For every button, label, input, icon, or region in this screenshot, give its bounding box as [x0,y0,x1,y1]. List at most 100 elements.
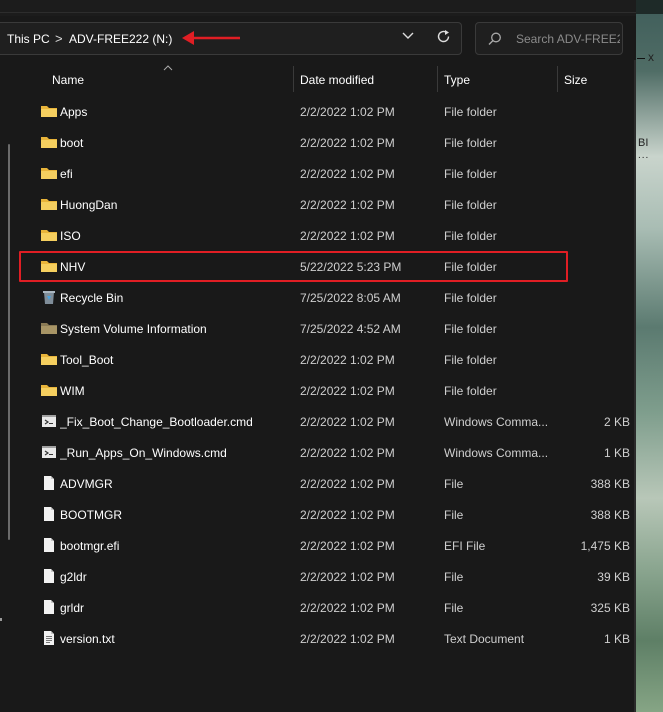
system-folder-icon [40,320,58,336]
file-size: 388 KB [590,508,630,522]
navigation-pane [0,60,22,712]
file-date-modified: 2/2/2022 1:02 PM [300,198,395,212]
column-header-size[interactable]: Size [564,73,587,87]
red-arrow-annotation [182,31,240,45]
file-name: boot [60,136,84,150]
file-name: version.txt [60,632,115,646]
refresh-icon[interactable] [436,29,452,45]
file-type: File folder [444,136,497,150]
close-icon: x [648,50,654,64]
file-row[interactable]: ISO 2/2/2022 1:02 PM File folder [23,220,634,251]
file-type: File folder [444,229,497,243]
file-row[interactable]: version.txt 2/2/2022 1:02 PM Text Document… [23,623,634,654]
file-name: ISO [60,229,81,243]
folder-icon [40,227,58,243]
file-type: File folder [444,291,497,305]
search-input[interactable]: Search ADV-FREE2... [516,32,620,46]
file-type: File folder [444,167,497,181]
file-row[interactable]: Recycle Bin 7/25/2022 8:05 AM File folder [23,282,634,313]
file-row[interactable]: g2ldr 2/2/2022 1:02 PM File 39 KB [23,561,634,592]
file-row[interactable]: grldr 2/2/2022 1:02 PM File 325 KB [23,592,634,623]
file-type: File [444,508,464,522]
file-row[interactable]: bootmgr.efi 2/2/2022 1:02 PM EFI File 1,475… [23,530,634,561]
file-icon [40,537,58,553]
highlight-box-annotation [19,251,568,282]
file-row[interactable]: _Fix_Boot_Change_Bootloader.cmd 2/2/2022 … [23,406,634,437]
breadcrumb-separator[interactable]: > [55,31,63,46]
column-header-row: Name Date modified Type Size [23,60,634,93]
file-row[interactable]: ADVMGR 2/2/2022 1:02 PM File 388 KB [23,468,634,499]
file-type: File folder [444,353,497,367]
file-icon [40,506,58,522]
background-text: BI [638,137,649,149]
column-header-type[interactable]: Type [444,73,470,87]
navigation-scrollbar[interactable] [8,144,10,540]
title-strip [0,0,636,16]
file-date-modified: 2/2/2022 1:02 PM [300,105,395,119]
file-type: File [444,570,464,584]
file-date-modified: 2/2/2022 1:02 PM [300,539,395,553]
breadcrumb-drive[interactable]: ADV-FREE222 (N:) [69,32,172,46]
file-size: 39 KB [597,570,630,584]
folder-icon [40,165,58,181]
file-type: Windows Comma... [444,446,549,460]
file-type: EFI File [444,539,486,553]
file-type: File folder [444,198,497,212]
file-date-modified: 2/2/2022 1:02 PM [300,632,395,646]
address-history-chevron-icon[interactable] [402,31,414,41]
file-date-modified: 2/2/2022 1:02 PM [300,229,395,243]
file-row[interactable]: Tool_Boot 2/2/2022 1:02 PM File folder [23,344,634,375]
cmd-file-icon [40,413,58,429]
file-name: WIM [60,384,85,398]
minimize-icon [637,58,645,59]
file-icon [40,568,58,584]
column-divider[interactable] [293,66,294,92]
folder-icon [40,351,58,367]
file-name: System Volume Information [60,322,207,336]
file-size: 325 KB [590,601,630,615]
file-size: 1 KB [603,446,630,460]
file-row[interactable]: WIM 2/2/2022 1:02 PM File folder [23,375,634,406]
file-date-modified: 2/2/2022 1:02 PM [300,415,395,429]
file-size: 1 KB [603,632,630,646]
file-type: File folder [444,384,497,398]
file-list-scrollbar[interactable] [634,60,636,712]
file-row[interactable]: efi 2/2/2022 1:02 PM File folder [23,158,634,189]
column-divider[interactable] [437,66,438,92]
background-text-dots: ... [638,150,650,161]
file-type: Windows Comma... [444,415,549,429]
column-divider[interactable] [557,66,558,92]
file-date-modified: 2/2/2022 1:02 PM [300,167,395,181]
file-name: bootmgr.efi [60,539,120,553]
file-icon [40,475,58,491]
file-row[interactable]: boot 2/2/2022 1:02 PM File folder [23,127,634,158]
file-name: Recycle Bin [60,291,124,305]
file-size: 2 KB [603,415,630,429]
column-header-date[interactable]: Date modified [300,73,374,87]
file-row[interactable]: _Run_Apps_On_Windows.cmd 2/2/2022 1:02 PM… [23,437,634,468]
column-header-name[interactable]: Name [52,73,84,87]
file-name: grldr [60,601,85,615]
file-row[interactable]: System Volume Information 7/25/2022 4:52 … [23,313,634,344]
file-date-modified: 2/2/2022 1:02 PM [300,477,395,491]
folder-icon [40,134,58,150]
file-type: File folder [444,105,497,119]
file-date-modified: 2/2/2022 1:02 PM [300,570,395,584]
file-date-modified: 7/25/2022 4:52 AM [300,322,401,336]
file-name: Tool_Boot [60,353,114,367]
breadcrumb-this-pc[interactable]: This PC [7,32,50,46]
file-date-modified: 2/2/2022 1:02 PM [300,353,395,367]
text-file-icon [40,630,58,646]
recycle-bin-icon [40,289,58,305]
file-size: 388 KB [590,477,630,491]
file-name: _Fix_Boot_Change_Bootloader.cmd [60,415,253,429]
file-row[interactable]: BOOTMGR 2/2/2022 1:02 PM File 388 KB [23,499,634,530]
file-date-modified: 7/25/2022 8:05 AM [300,291,401,305]
file-date-modified: 2/2/2022 1:02 PM [300,508,395,522]
file-date-modified: 2/2/2022 1:02 PM [300,601,395,615]
file-row[interactable]: Apps 2/2/2022 1:02 PM File folder [23,96,634,127]
file-row[interactable]: HuongDan 2/2/2022 1:02 PM File folder [23,189,634,220]
file-size: 1,475 KB [580,539,630,553]
file-icon [40,599,58,615]
file-date-modified: 2/2/2022 1:02 PM [300,446,395,460]
